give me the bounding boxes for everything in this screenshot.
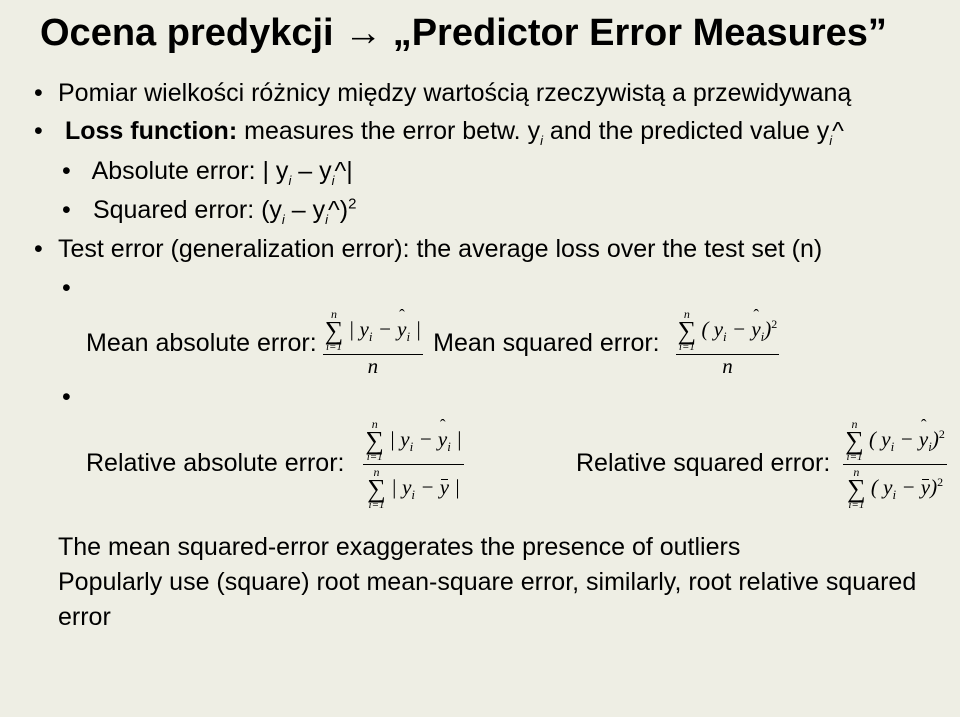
rse-formula: n∑i=1 ( yi − yi)2 n∑i=1 ( yi − y)2	[837, 417, 953, 512]
rae-label: Relative absolute error:	[86, 449, 344, 477]
mae-formula: n∑i=1 | yi − yi | n	[323, 307, 423, 378]
conclusion-block: The mean squared-error exaggerates the p…	[40, 530, 920, 635]
bullet-sq-error: Squared error: (yi – yi^)2	[86, 191, 920, 230]
mse-formula: n∑i=1 ( yi − yi)2 n	[676, 307, 780, 378]
mae-label: Mean absolute error:	[86, 324, 317, 363]
bullet-list-level2a: Absolute error: | yi – yi^| Squared erro…	[40, 152, 920, 230]
title-arrow: →	[344, 12, 382, 54]
bullet-rae-rse: Relative absolute error: n∑i=1 | yi − yi…	[86, 378, 920, 512]
title-suffix: „Predictor Error Measures”	[382, 12, 887, 54]
slide-title: Ocena predykcji → „Predictor Error Measu…	[40, 12, 920, 56]
title-prefix: Ocena predykcji	[40, 12, 344, 54]
slide: Ocena predykcji → „Predictor Error Measu…	[0, 0, 960, 655]
bullet-abs-error: Absolute error: | yi – yi^|	[86, 152, 920, 191]
conclusion-line1: The mean squared-error exaggerates the p…	[58, 530, 920, 565]
bullet-loss-function: Loss function: measures the error betw. …	[58, 112, 920, 151]
bullet-list-level2b: Mean absolute error: n∑i=1 | yi − yi | n…	[40, 269, 920, 513]
bullet-list-level1: Pomiar wielkości różnicy między wartości…	[40, 74, 920, 152]
bullet-measure-diff: Pomiar wielkości różnicy między wartości…	[58, 74, 920, 113]
bullet-test-error: Test error (generalization error): the a…	[58, 230, 920, 269]
rse-label: Relative squared error:	[576, 449, 830, 477]
bullet-mae-mse: Mean absolute error: n∑i=1 | yi − yi | n…	[86, 269, 920, 379]
rae-formula: n∑i=1 | yi − yi | n∑i=1 | yi − y |	[357, 417, 469, 512]
mse-label: Mean squared error:	[433, 324, 660, 363]
conclusion-line2: Popularly use (square) root mean-square …	[58, 565, 920, 635]
bullet-list-level1b: Test error (generalization error): the a…	[40, 230, 920, 269]
